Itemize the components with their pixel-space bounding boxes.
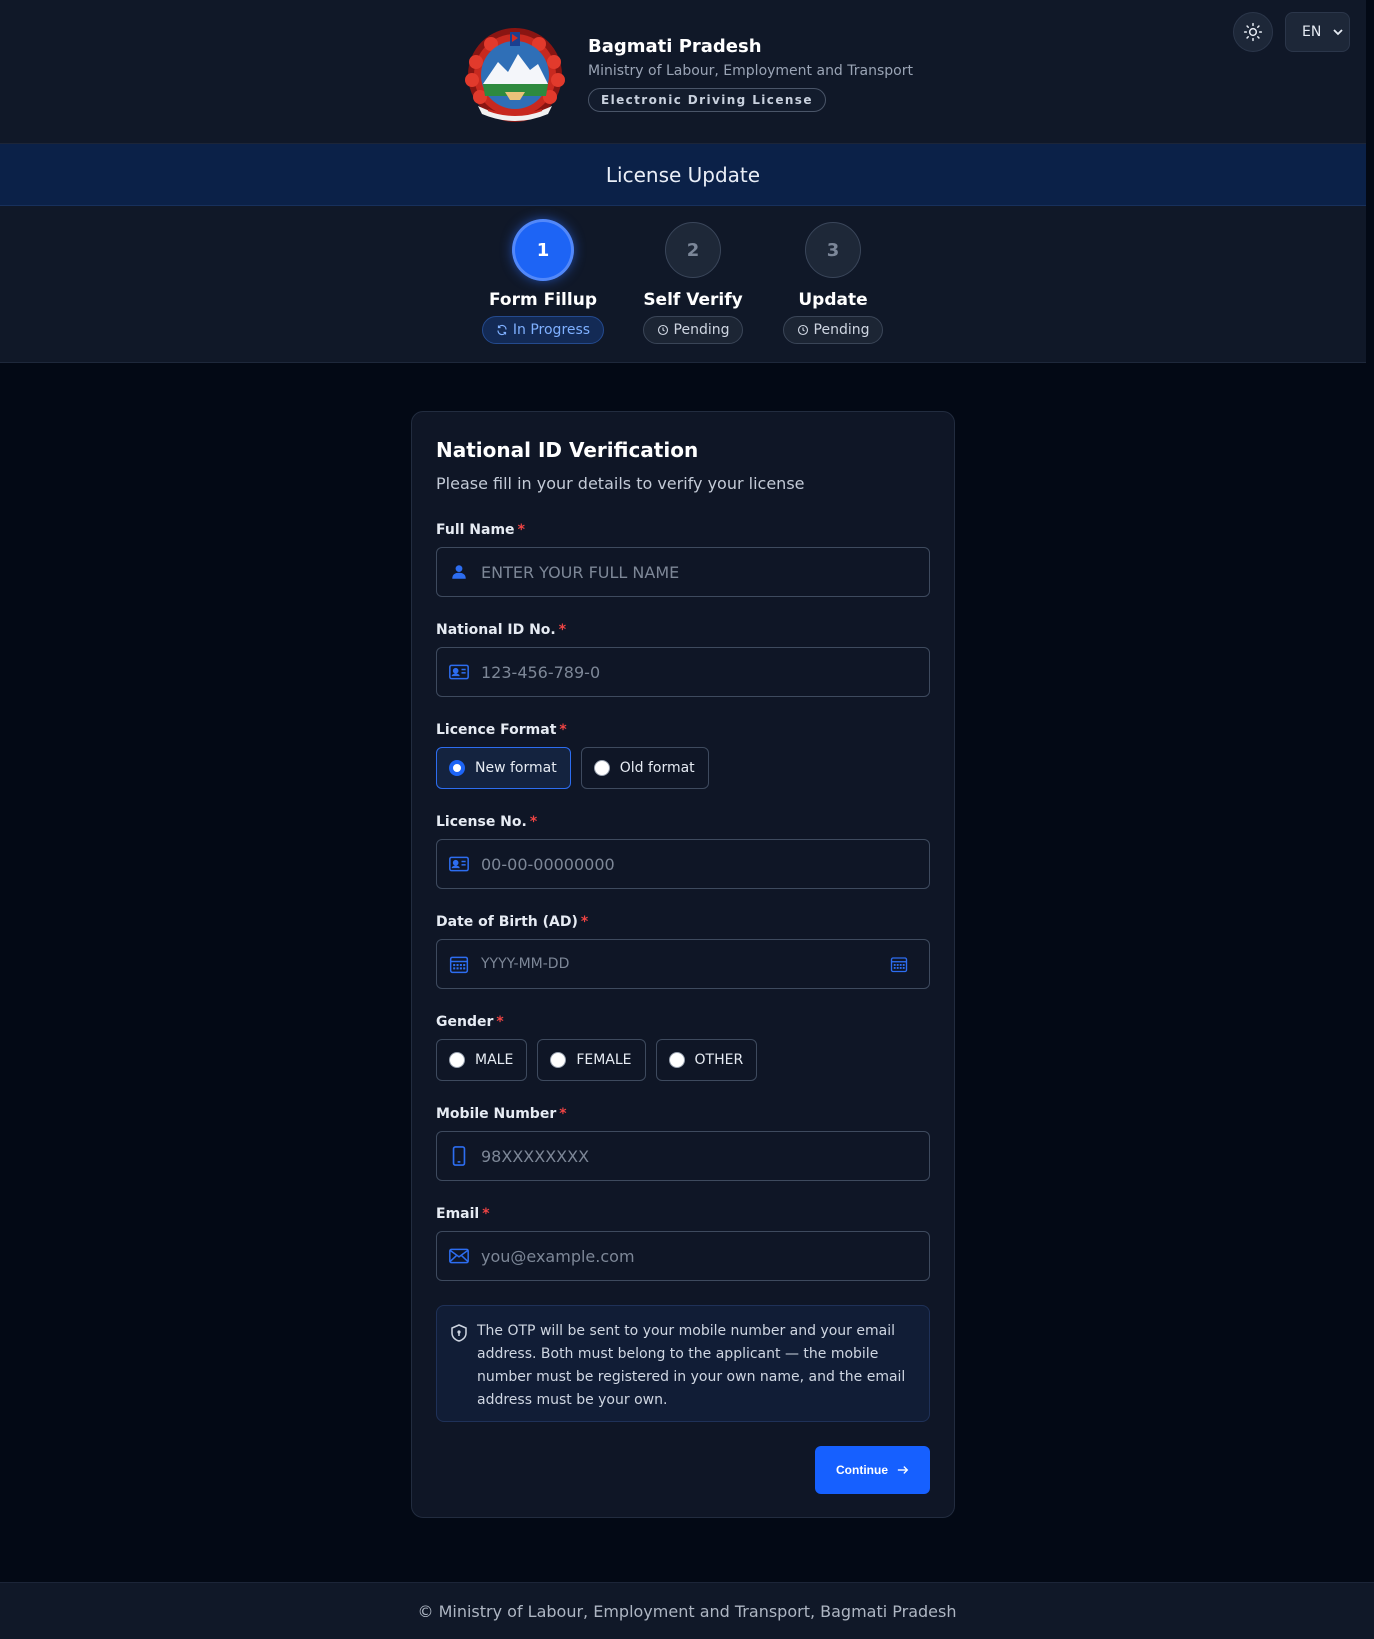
gender-group: MALE FEMALE OTHER: [436, 1039, 758, 1081]
email-input[interactable]: [481, 1246, 929, 1266]
continue-button[interactable]: Continue: [815, 1446, 930, 1494]
form-title: National ID Verification: [436, 438, 699, 462]
step-number: 2: [665, 222, 721, 278]
phone-icon: [449, 1146, 469, 1166]
step-form-fillup: 1 Form Fillup In Progress: [473, 222, 613, 344]
dob-field[interactable]: [436, 939, 930, 989]
ministry-name: Ministry of Labour, Employment and Trans…: [588, 63, 913, 79]
calendar-picker-icon[interactable]: [889, 954, 909, 974]
national-id-input[interactable]: [481, 662, 929, 682]
brand-title: Bagmati Pradesh: [588, 36, 762, 57]
step-number: 3: [805, 222, 861, 278]
full-name-input[interactable]: [481, 562, 929, 582]
step-self-verify: 2 Self Verify Pending: [623, 222, 763, 344]
page-title: License Update: [605, 162, 761, 187]
dob-input[interactable]: [481, 956, 889, 972]
licence-format-label: Licence Format *: [436, 722, 567, 738]
step-status-badge: Pending: [642, 316, 744, 344]
national-id-label: National ID No. *: [436, 622, 567, 638]
language-select[interactable]: EN: [1285, 12, 1350, 52]
license-no-label: License No. *: [436, 814, 538, 830]
old-format-radio[interactable]: Old format: [580, 747, 709, 789]
id-card-icon: [449, 854, 469, 874]
progress-stepper: 1 Form Fillup In Progress 2 Self Verify …: [0, 206, 1366, 363]
full-name-label: Full Name *: [436, 522, 525, 538]
id-card-icon: [449, 662, 469, 682]
envelope-icon: [449, 1246, 469, 1266]
shield-icon: [451, 1324, 467, 1342]
radio-dot: [550, 1052, 567, 1068]
refresh-icon: [497, 324, 507, 336]
radio-dot: [449, 760, 465, 776]
full-name-field[interactable]: [436, 547, 930, 597]
clock-icon: [797, 324, 808, 336]
footer-text: © Ministry of Labour, Employment and Tra…: [417, 1601, 957, 1621]
service-badge: Electronic Driving License: [588, 88, 826, 112]
license-no-input[interactable]: [481, 854, 929, 874]
form-subtitle: Please fill in your details to verify yo…: [436, 474, 805, 493]
dob-label: Date of Birth (AD) *: [436, 914, 589, 930]
radio-dot: [593, 760, 610, 776]
page-title-bar: License Update: [0, 144, 1366, 206]
site-header: Bagmati Pradesh Ministry of Labour, Empl…: [0, 0, 1366, 144]
site-footer: © Ministry of Labour, Employment and Tra…: [0, 1582, 1374, 1639]
step-label: Update: [798, 290, 868, 310]
clock-icon: [657, 324, 668, 336]
radio-dot: [668, 1052, 685, 1068]
gender-female-radio[interactable]: FEMALE: [537, 1039, 646, 1081]
step-status-badge: Pending: [782, 316, 884, 344]
arrow-right-icon: [897, 1466, 909, 1474]
nepal-emblem-logo: [465, 28, 565, 122]
step-status-badge: In Progress: [481, 316, 605, 344]
gender-label: Gender *: [436, 1014, 504, 1030]
email-label: Email *: [436, 1206, 490, 1222]
mobile-field[interactable]: [436, 1131, 930, 1181]
license-no-field[interactable]: [436, 839, 930, 889]
language-value: EN: [1302, 24, 1322, 40]
calendar-icon: [449, 954, 469, 974]
otp-notice-text: The OTP will be sent to your mobile numb…: [477, 1323, 906, 1408]
email-field[interactable]: [436, 1231, 930, 1281]
national-id-field[interactable]: [436, 647, 930, 697]
step-label: Form Fillup: [489, 290, 597, 310]
chevron-down-icon: [1333, 29, 1343, 36]
step-label: Self Verify: [643, 290, 743, 310]
mobile-label: Mobile Number *: [436, 1106, 567, 1122]
gender-male-radio[interactable]: MALE: [436, 1039, 528, 1081]
new-format-radio[interactable]: New format: [436, 747, 571, 789]
licence-format-group: New format Old format: [436, 747, 709, 789]
step-update: 3 Update Pending: [763, 222, 903, 344]
gender-other-radio[interactable]: OTHER: [655, 1039, 758, 1081]
radio-dot: [449, 1052, 465, 1068]
sun-icon: [1243, 22, 1263, 42]
step-number: 1: [515, 222, 571, 278]
verification-form-card: National ID Verification Please fill in …: [411, 411, 955, 1518]
otp-notice: The OTP will be sent to your mobile numb…: [436, 1305, 930, 1422]
theme-toggle-button[interactable]: [1233, 12, 1273, 52]
user-icon: [449, 562, 469, 582]
mobile-input[interactable]: [481, 1146, 929, 1166]
brand-block: Bagmati Pradesh Ministry of Labour, Empl…: [588, 36, 913, 112]
